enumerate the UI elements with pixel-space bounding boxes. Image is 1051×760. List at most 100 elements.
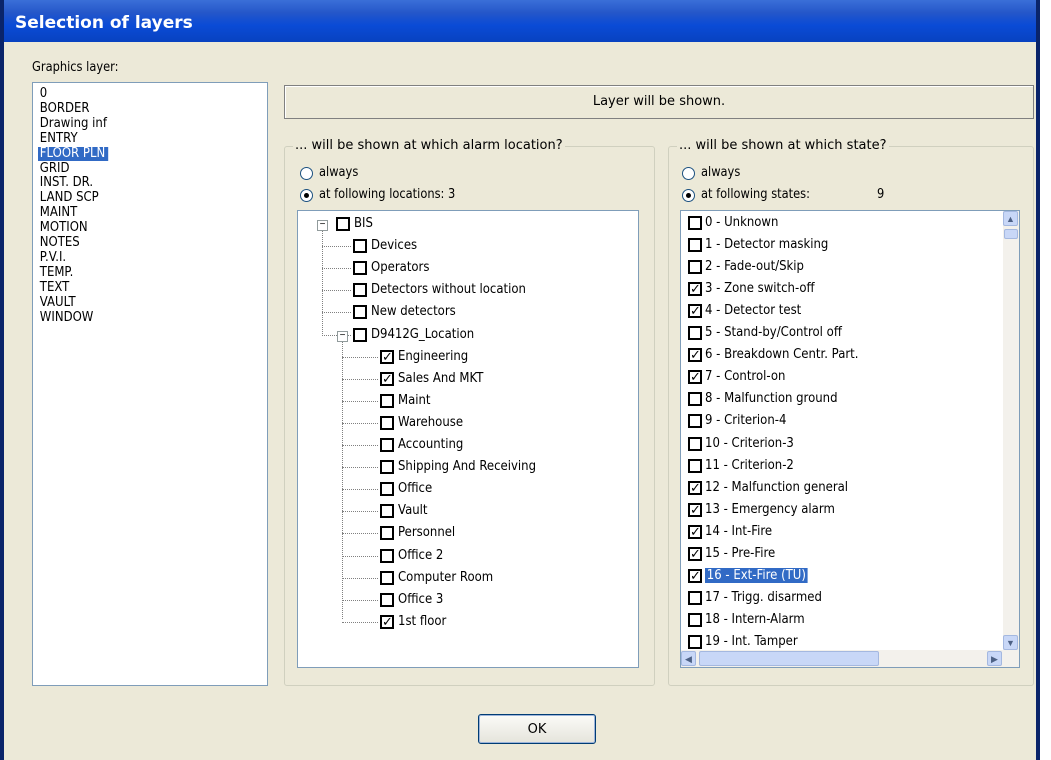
locations-legend: ... will be shown at which alarm locatio… [293, 138, 565, 153]
state-item-label[interactable]: 0 - Unknown [705, 215, 778, 230]
layer-list-item[interactable]: MAINT [38, 206, 80, 220]
layer-list-item[interactable]: VAULT [38, 295, 78, 310]
layer-list-item[interactable]: TEMP. [38, 265, 76, 280]
tree-checkbox[interactable] [380, 504, 394, 519]
layer-list-item[interactable]: Drawing inf [38, 116, 110, 131]
tree-connector [342, 533, 378, 535]
tree-checkbox[interactable] [380, 482, 394, 497]
state-checkbox[interactable] [688, 238, 702, 253]
tree-checkbox[interactable] [380, 348, 394, 366]
layer-list-item[interactable]: P.V.I. [38, 250, 69, 265]
layer-list-item[interactable]: INST. DR. [38, 176, 96, 190]
tree-checkbox[interactable] [380, 570, 394, 585]
state-checkbox[interactable] [688, 280, 702, 298]
state-checkbox[interactable] [688, 414, 702, 429]
state-item-label[interactable]: 9 - Criterion-4 [705, 413, 786, 428]
state-checkbox[interactable] [688, 326, 702, 341]
state-item-label[interactable]: 1 - Detector masking [705, 237, 828, 252]
state-item-label[interactable]: 15 - Pre-Fire [705, 546, 775, 561]
state-checkbox[interactable] [688, 458, 702, 473]
state-item-label[interactable]: 14 - Int-Fire [705, 524, 772, 539]
state-item-label[interactable]: 16 - Ext-Fire (TU) [705, 567, 808, 583]
scroll-up-icon[interactable]: ▲ [1003, 211, 1018, 226]
tree-checkbox[interactable] [380, 613, 394, 631]
tree-item-label: Maint [398, 392, 431, 408]
layer-list-item[interactable]: GRID [38, 161, 72, 176]
state-checkbox[interactable] [688, 545, 702, 563]
layer-list-item[interactable]: NOTES [38, 236, 82, 250]
layer-list-item[interactable]: ENTRY [38, 131, 80, 146]
state-item-label[interactable]: 13 - Emergency alarm [705, 502, 835, 517]
state-item-label[interactable]: 5 - Stand-by/Control off [705, 325, 842, 340]
state-item-label[interactable]: 4 - Detector test [705, 303, 801, 318]
state-checkbox[interactable] [688, 634, 702, 649]
state-checkbox[interactable] [688, 612, 702, 627]
state-checkbox[interactable] [688, 479, 702, 497]
tree-checkbox[interactable] [380, 460, 394, 475]
states-following-radio[interactable] [682, 189, 695, 202]
state-item-label[interactable]: 8 - Malfunction ground [705, 391, 838, 406]
state-checkbox[interactable] [688, 302, 702, 320]
state-checkbox[interactable] [688, 501, 702, 519]
state-item-label[interactable]: 10 - Criterion-3 [705, 436, 794, 451]
tree-checkbox[interactable] [380, 526, 394, 541]
tree-checkbox[interactable] [380, 592, 394, 607]
collapse-icon[interactable]: − [337, 330, 348, 342]
locations-following-radio[interactable] [300, 189, 313, 202]
state-item-label[interactable]: 12 - Malfunction general [705, 480, 848, 495]
state-item-label[interactable]: 17 - Trigg. disarmed [705, 590, 822, 605]
tree-checkbox[interactable] [380, 548, 394, 563]
tree-checkbox[interactable] [353, 261, 367, 276]
state-item-label[interactable]: 7 - Control-on [705, 369, 785, 384]
layer-list-item[interactable]: WINDOW [38, 310, 96, 325]
scroll-right-icon[interactable]: ▶ [987, 651, 1002, 666]
tree-item-label: Accounting [398, 437, 464, 452]
state-item-label[interactable]: 18 - Intern-Alarm [705, 612, 805, 627]
tree-checkbox[interactable] [353, 239, 367, 254]
state-item-label[interactable]: 2 - Fade-out/Skip [705, 259, 804, 274]
tree-checkbox[interactable] [353, 327, 367, 342]
title-bar[interactable]: Selection of layers [4, 0, 1036, 42]
state-item-label[interactable]: 6 - Breakdown Centr. Part. [705, 347, 858, 362]
state-checkbox[interactable] [688, 567, 702, 585]
state-item-label[interactable]: 11 - Criterion-2 [705, 458, 794, 473]
graphics-layer-list[interactable]: 0 BORDER Drawing inf ENTRY FLOOR PLN GRID INST… [32, 82, 268, 686]
state-checkbox[interactable] [688, 260, 702, 275]
state-checkbox[interactable] [688, 392, 702, 407]
layer-list-item[interactable]: 0 [38, 87, 50, 101]
state-checkbox[interactable] [688, 346, 702, 364]
layer-list-item[interactable]: LAND SCP [38, 191, 101, 205]
states-always-radio[interactable] [682, 167, 695, 180]
ok-button[interactable]: OK [478, 714, 596, 744]
scroll-left-icon[interactable]: ◀ [681, 651, 696, 666]
tree-checkbox[interactable] [353, 305, 367, 320]
state-checkbox[interactable] [688, 523, 702, 541]
states-list[interactable]: 19 - Int. Tamper 18 - Intern-Alarm 17 - Tr… [680, 210, 1020, 668]
states-vertical-scrollbar[interactable]: ▲ ▼ [1003, 211, 1019, 650]
collapse-icon[interactable]: − [317, 220, 328, 231]
locations-tree[interactable]: BIS Devices Operators Detectors without loc… [297, 210, 639, 668]
tree-checkbox[interactable] [380, 438, 394, 452]
state-checkbox[interactable] [688, 436, 702, 451]
tree-checkbox[interactable] [353, 283, 367, 298]
tree-item-label: BIS [354, 216, 373, 231]
layer-list-item[interactable]: BORDER [38, 101, 92, 116]
states-horizontal-scrollbar[interactable]: ◀ ▶ [681, 650, 1019, 667]
states-always-label: always [701, 165, 741, 180]
state-item-label[interactable]: 19 - Int. Tamper [705, 634, 798, 649]
locations-always-radio[interactable] [300, 167, 313, 180]
tree-checkbox[interactable] [336, 217, 350, 231]
layer-list-item[interactable]: MOTION [38, 221, 90, 235]
layer-list-item[interactable]: TEXT [38, 280, 72, 295]
state-checkbox[interactable] [688, 368, 702, 386]
tree-checkbox[interactable] [380, 415, 394, 430]
state-item-label[interactable]: 3 - Zone switch-off [705, 281, 815, 296]
horizontal-scroll-thumb[interactable] [699, 651, 879, 666]
tree-checkbox[interactable] [380, 393, 394, 408]
state-checkbox[interactable] [688, 216, 702, 230]
vertical-scroll-thumb[interactable] [1004, 229, 1018, 239]
scroll-down-icon[interactable]: ▼ [1003, 635, 1018, 650]
state-checkbox[interactable] [688, 590, 702, 605]
tree-checkbox[interactable] [380, 370, 394, 388]
layer-list-item[interactable]: FLOOR PLN [38, 146, 108, 161]
